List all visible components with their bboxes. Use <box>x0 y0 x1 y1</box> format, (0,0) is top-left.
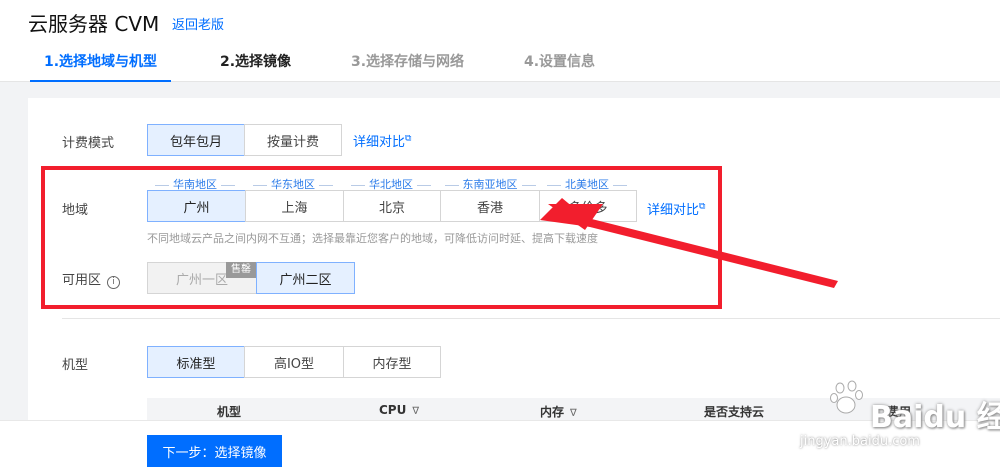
region-option-label: 上海 <box>281 200 308 216</box>
billing-compare-link[interactable]: 详细对比⧉ <box>353 131 411 150</box>
instance-option-label: 高IO型 <box>273 356 315 372</box>
billing-option-label: 按量计费 <box>266 134 319 150</box>
region-option-toronto[interactable]: 多伦多 <box>539 190 637 222</box>
region-option-label: 多伦多 <box>568 200 608 216</box>
external-link-icon: ⧉ <box>405 133 412 144</box>
region-option-guangzhou[interactable]: 广州 <box>147 190 246 222</box>
zone-label: 可用区 i <box>62 269 121 289</box>
region-option-label: 广州 <box>183 200 210 216</box>
instance-option-label: 内存型 <box>372 356 412 372</box>
region-hint-text: 不同地域云产品之间内网不互通；选择最靠近您客户的地域，可降低访问时延、提高下载速… <box>147 232 598 245</box>
step-1-region-and-type[interactable]: 1.选择地域与机型 <box>30 50 172 82</box>
region-option-shanghai[interactable]: 上海 <box>245 190 344 222</box>
back-to-old-version-link[interactable]: 返回老版 <box>172 14 224 33</box>
sold-out-badge: 售罄 <box>226 262 256 278</box>
billing-option-pay-as-you-go[interactable]: 按量计费 <box>244 124 342 156</box>
region-option-label: 香港 <box>476 200 503 216</box>
page-title: 云服务器 CVM <box>28 12 160 36</box>
step-4-settings[interactable]: 4.设置信息 <box>524 50 595 82</box>
instance-option-high-io[interactable]: 高IO型 <box>244 346 344 378</box>
zone-label-text: 可用区 <box>62 273 102 288</box>
column-header-memory[interactable]: 内存 ∇ <box>540 403 577 420</box>
region-option-hongkong[interactable]: 香港 <box>440 190 540 222</box>
filter-icon[interactable]: ∇ <box>570 408 577 419</box>
column-header-cloud-support: 是否支持云 <box>704 405 765 419</box>
column-header-label: 内存 <box>540 405 565 419</box>
section-divider <box>62 318 1000 319</box>
compare-link-label: 详细对比 <box>647 203 700 218</box>
billing-option-monthly[interactable]: 包年包月 <box>147 124 245 156</box>
filter-icon[interactable]: ∇ <box>412 406 419 417</box>
region-option-beijing[interactable]: 北京 <box>343 190 441 222</box>
region-compare-link[interactable]: 详细对比⧉ <box>647 199 705 218</box>
region-option-label: 北京 <box>378 200 405 216</box>
column-header-cpu[interactable]: CPU ∇ <box>379 403 419 417</box>
zone-option-label: 广州二区 <box>279 272 332 288</box>
billing-mode-label: 计费模式 <box>62 136 115 151</box>
info-icon[interactable]: i <box>107 276 121 289</box>
region-label: 地域 <box>62 203 89 218</box>
instance-option-memory[interactable]: 内存型 <box>343 346 441 378</box>
zone-option-guangzhou-2[interactable]: 广州二区 <box>256 262 355 294</box>
column-header-type: 机型 <box>217 405 242 419</box>
page-header: 云服务器 CVM 返回老版 1.选择地域与机型 2.选择镜像 3.选择存储与网络… <box>0 0 1000 82</box>
step-3-storage-network[interactable]: 3.选择存储与网络 <box>351 50 464 82</box>
instance-option-standard[interactable]: 标准型 <box>147 346 245 378</box>
instance-type-label: 机型 <box>62 358 89 373</box>
external-link-icon: ⧉ <box>699 201 706 212</box>
next-step-button[interactable]: 下一步：选择镜像 <box>147 435 282 467</box>
column-header-price[interactable]: 费用 <box>887 403 911 420</box>
billing-option-label: 包年包月 <box>169 134 222 150</box>
column-header-label: CPU <box>379 403 407 417</box>
instance-option-label: 标准型 <box>176 356 216 372</box>
step-2-image[interactable]: 2.选择镜像 <box>220 50 291 82</box>
zone-option-label: 广州一区 <box>175 272 228 288</box>
compare-link-label: 详细对比 <box>353 135 406 150</box>
